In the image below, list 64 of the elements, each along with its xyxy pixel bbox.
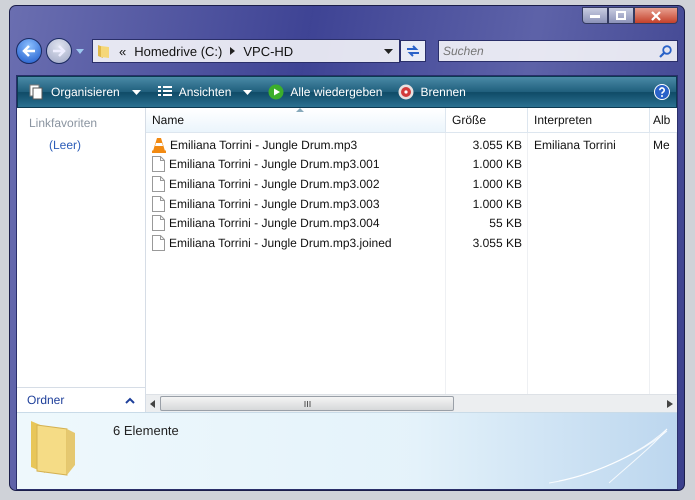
- file-icon: [152, 156, 165, 172]
- scroll-right-icon[interactable]: [667, 400, 673, 408]
- table-cell-text: 55 KB: [488, 215, 523, 232]
- breadcrumb-item[interactable]: VPC-HD: [243, 44, 294, 58]
- scroll-left-icon[interactable]: [150, 400, 156, 408]
- address-bar[interactable]: « Homedrive (C:) VPC-HD: [92, 39, 400, 63]
- file-icon: [152, 234, 165, 251]
- refresh-button[interactable]: [400, 40, 426, 62]
- horizontal-scrollbar[interactable]: [146, 394, 677, 412]
- item-count: 6 Elemente: [113, 423, 179, 440]
- file-name[interactable]: Emiliana Torrini - Jungle Drum.mp3.001: [146, 154, 446, 174]
- column-header[interactable]: Name: [146, 108, 446, 132]
- minimize-icon: [590, 14, 600, 18]
- column-header[interactable]: Alb: [650, 108, 677, 132]
- file-name[interactable]: Emiliana Torrini - Jungle Drum.mp3.002: [146, 174, 446, 194]
- grip-icon: [304, 400, 310, 406]
- table-cell-text: 1.000 KB: [472, 176, 523, 193]
- table-cell-text: 3.055 KB: [472, 234, 523, 252]
- file-icon: [152, 196, 165, 212]
- breadcrumb-arrow-icon[interactable]: [230, 47, 236, 55]
- table-cell-text: Emiliana Torrini: [533, 136, 617, 154]
- close-icon: [651, 10, 661, 20]
- column-header[interactable]: Interpreten: [528, 108, 650, 132]
- column-header[interactable]: Größe: [446, 108, 528, 132]
- back-arrow-icon: [22, 45, 36, 57]
- toolbar-button[interactable]: Organisieren: [24, 80, 146, 104]
- search-icon[interactable]: [659, 44, 672, 58]
- history-caret-icon[interactable]: [76, 48, 84, 54]
- file-name[interactable]: Emiliana Torrini - Jungle Drum.mp3.004: [146, 213, 446, 233]
- table-cell-text: Me: [652, 136, 671, 154]
- table-cell-text: 1.000 KB: [472, 196, 523, 213]
- forward-arrow-icon: [52, 45, 66, 57]
- file-name[interactable]: Emiliana Torrini - Jungle Drum.mp3.joined: [146, 232, 446, 253]
- chevron-up-icon[interactable]: [125, 396, 135, 404]
- table-cell-text: 1.000 KB: [472, 156, 523, 174]
- file-name[interactable]: Emiliana Torrini - Jungle Drum.mp3.003: [146, 194, 446, 214]
- forward-button[interactable]: [46, 38, 72, 64]
- overflow-chevrons[interactable]: «: [119, 44, 126, 58]
- toolbar-button[interactable]: Brennen: [393, 80, 471, 104]
- help-icon[interactable]: [654, 84, 670, 100]
- close-button[interactable]: [634, 7, 678, 24]
- disc-icon: [398, 84, 414, 100]
- table-cell-text: 3.055 KB: [472, 136, 523, 154]
- traffic-cone-icon: [152, 136, 166, 153]
- sidebar-heading: Linkfavoriten: [29, 116, 98, 130]
- file-icon: [152, 215, 165, 232]
- folder-icon: [97, 43, 111, 59]
- file-icon: [152, 176, 165, 192]
- dropdown-caret-icon[interactable]: [384, 48, 393, 54]
- toolbar-button[interactable]: Ansichten: [152, 80, 258, 104]
- breadcrumb-item[interactable]: Homedrive (C:): [134, 44, 222, 58]
- refresh-arrows-icon: [405, 44, 421, 58]
- file-name[interactable]: Emiliana Torrini - Jungle Drum.mp3: [146, 135, 446, 155]
- scroll-thumb[interactable]: [160, 396, 454, 411]
- maximize-button[interactable]: [608, 7, 634, 24]
- folders-label[interactable]: Ordner: [27, 393, 64, 407]
- maximize-icon: [616, 11, 626, 20]
- pages-icon: [29, 84, 45, 100]
- toolbar-button[interactable]: Alle wiedergeben: [263, 80, 388, 104]
- play-icon: [268, 84, 284, 100]
- search-field[interactable]: Suchen: [438, 40, 678, 62]
- sidebar-item[interactable]: (Leer): [29, 138, 133, 152]
- minimize-button[interactable]: [582, 7, 608, 24]
- back-button[interactable]: [16, 38, 42, 64]
